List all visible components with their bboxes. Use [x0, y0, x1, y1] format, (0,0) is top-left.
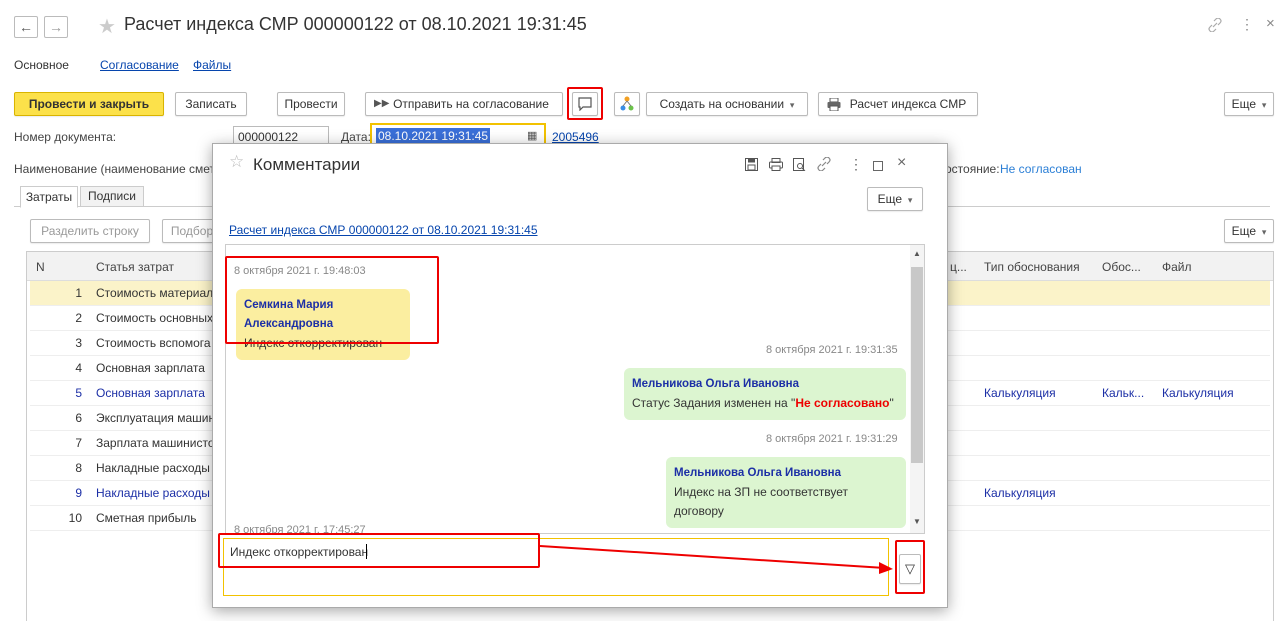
- page-title: Расчет индекса СМР 000000122 от 08.10.20…: [124, 14, 587, 34]
- send-approval-button[interactable]: ▶▶ Отправить на согласование: [365, 92, 563, 116]
- cell-n: 9: [75, 486, 82, 500]
- grid-more-label: Еще: [1231, 224, 1257, 238]
- split-row-button[interactable]: Разделить строку: [30, 219, 150, 243]
- cell-article: Зарплата машинисто: [96, 436, 215, 450]
- cell-article: Стоимость основных: [96, 311, 214, 325]
- close-icon[interactable]: ×: [1266, 15, 1275, 32]
- state-value: Не согласован: [1000, 162, 1082, 176]
- cell-n: 3: [75, 336, 82, 350]
- tab-approval[interactable]: Согласование: [100, 58, 179, 72]
- chevron-down-icon: ▾: [1259, 227, 1267, 237]
- col-basis[interactable]: Обос...: [1102, 253, 1141, 281]
- cell-n: 7: [75, 436, 82, 450]
- structure-icon: [620, 96, 634, 111]
- name-label: Наименование (наименование смет: [14, 162, 216, 176]
- doc-number-label: Номер документа:: [14, 130, 117, 144]
- post-and-close-button[interactable]: Провести и закрыть: [14, 92, 164, 116]
- cell-file: Калькуляция: [1162, 386, 1234, 400]
- tab-signatures[interactable]: Подписи: [80, 186, 144, 207]
- send-arrow-icon: ▶▶: [374, 98, 390, 109]
- state-label: остояние:: [945, 162, 1000, 176]
- cell-article: Сметная прибыль: [96, 511, 197, 525]
- cell-article: Накладные расходы: [96, 461, 210, 475]
- save-button[interactable]: Записать: [175, 92, 247, 116]
- col-article[interactable]: Статья затрат: [96, 253, 174, 281]
- extra-link[interactable]: 2005496: [552, 130, 599, 144]
- more-label: Еще: [1231, 97, 1257, 111]
- cell-n: 2: [75, 311, 82, 325]
- cell-article: Стоимость вспомога: [96, 336, 211, 350]
- col-partial[interactable]: ц...: [950, 253, 967, 281]
- back-button[interactable]: ←: [14, 16, 38, 38]
- col-file[interactable]: Файл: [1162, 253, 1192, 281]
- create-based-button[interactable]: Создать на основании ▾: [646, 92, 808, 116]
- annotation-arrow: [539, 545, 893, 574]
- cell-n: 8: [75, 461, 82, 475]
- col-n[interactable]: N: [36, 253, 45, 281]
- cell-article: Эксплуатация машин: [96, 411, 216, 425]
- cell-article: Основная зарплата: [96, 386, 205, 400]
- comments-dialog: ☆ Комментарии ⋮ × Еще ▾ Расчет индекса С…: [212, 143, 948, 608]
- printer-icon: [827, 98, 841, 111]
- structure-button[interactable]: [614, 92, 640, 116]
- calc-index-label: Расчет индекса СМР: [849, 97, 967, 111]
- cell-n: 10: [68, 511, 82, 525]
- forward-button[interactable]: →: [44, 16, 68, 38]
- post-button[interactable]: Провести: [277, 92, 345, 116]
- more-icon[interactable]: ⋮: [1240, 16, 1254, 33]
- cell-n: 5: [75, 386, 82, 400]
- date-label: Дата:: [341, 130, 371, 144]
- cell-n: 1: [75, 286, 82, 300]
- chevron-down-icon: ▾: [787, 100, 795, 110]
- tab-costs[interactable]: Затраты: [20, 186, 78, 208]
- cell-basis-type: Калькуляция: [984, 486, 1056, 500]
- calc-index-button[interactable]: Расчет индекса СМР: [818, 92, 978, 116]
- send-approval-label: Отправить на согласование: [393, 97, 549, 111]
- tab-files[interactable]: Файлы: [193, 58, 231, 72]
- calendar-icon[interactable]: ▦: [527, 129, 537, 142]
- col-basis-type[interactable]: Тип обоснования: [984, 253, 1080, 281]
- highlight-send-button: [895, 540, 925, 594]
- cell-basis-type: Калькуляция: [984, 386, 1056, 400]
- cell-article: Стоимость материал: [96, 286, 214, 300]
- cell-n: 6: [75, 411, 82, 425]
- grid-more-button[interactable]: Еще ▾: [1224, 219, 1274, 243]
- cell-basis: Кальк...: [1102, 386, 1145, 400]
- chevron-down-icon: ▾: [1259, 100, 1267, 110]
- favorite-star-icon[interactable]: ★: [98, 14, 116, 39]
- highlight-comments-button: [567, 87, 603, 120]
- cell-n: 4: [75, 361, 82, 375]
- cell-article: Основная зарплата: [96, 361, 205, 375]
- link-icon[interactable]: [1208, 17, 1222, 35]
- more-button[interactable]: Еще ▾: [1224, 92, 1274, 116]
- create-based-label: Создать на основании: [659, 97, 785, 111]
- tab-main[interactable]: Основное: [14, 58, 69, 72]
- cell-article: Накладные расходы: [96, 486, 210, 500]
